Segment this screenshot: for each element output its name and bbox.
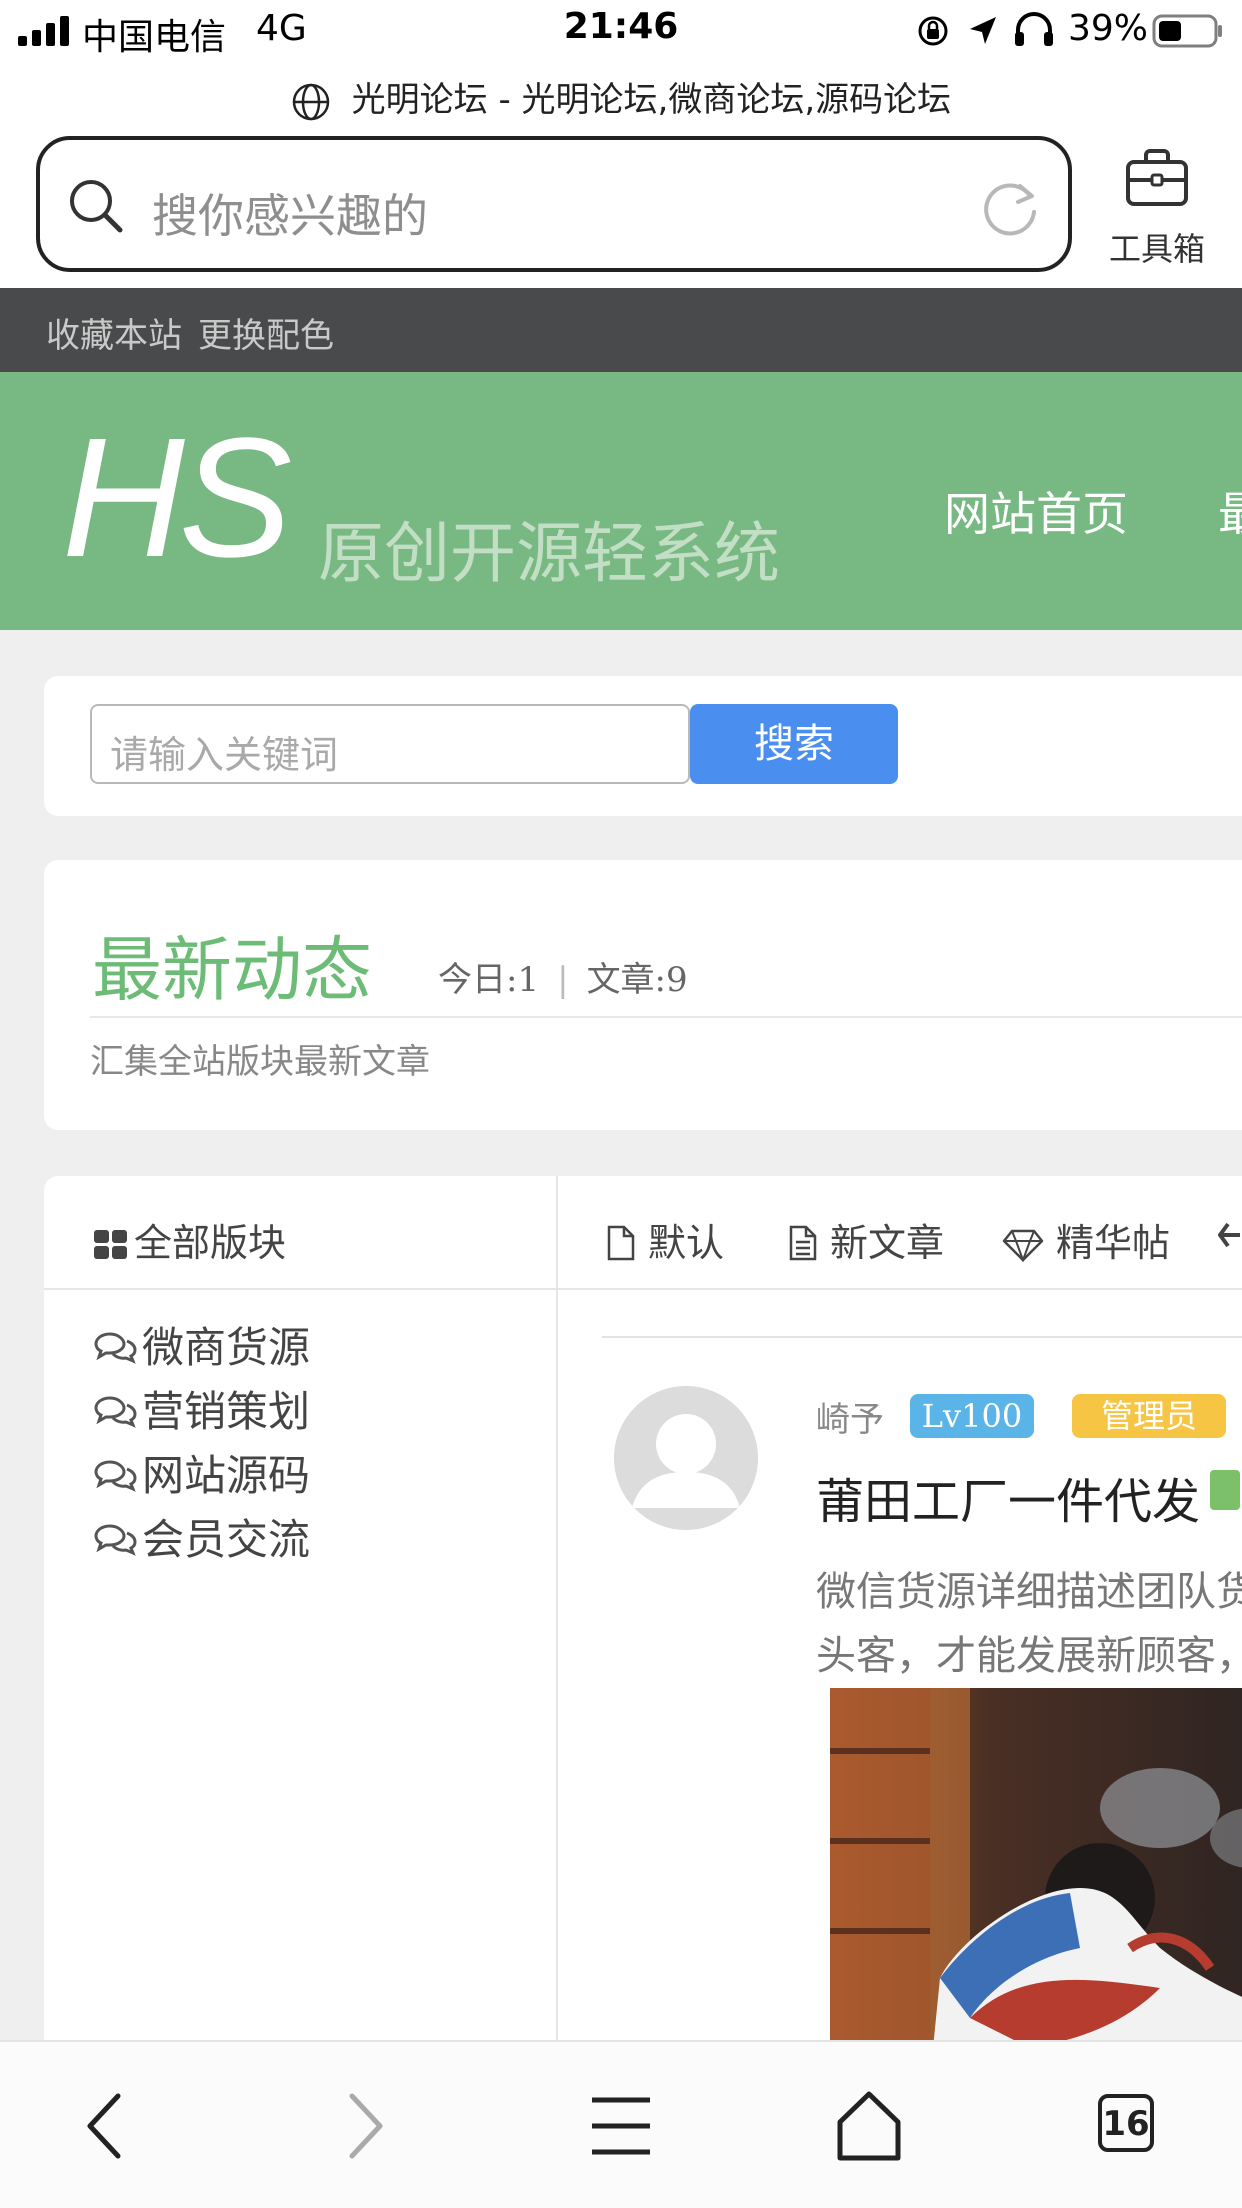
comments-icon [94, 1396, 137, 1428]
sneaker-photo [830, 1688, 1242, 2078]
toolbox-label: 工具箱 [1108, 230, 1205, 268]
tab-featured[interactable]: 精华帖 [1002, 1212, 1170, 1267]
latest-description: 汇集全站版块最新文章 [90, 1042, 430, 1082]
headphones-icon [1015, 12, 1053, 46]
status-bar: 中国电信 4G 21:46 39% [0, 0, 1242, 62]
excerpt-line: 头客，才能发展新顾客， [816, 1633, 1242, 1679]
tab-label: 精华帖 [1056, 1221, 1171, 1265]
board-item[interactable]: 网站源码 [94, 1442, 310, 1503]
post-image[interactable] [830, 1688, 1242, 2078]
board-label: 营销策划 [142, 1387, 311, 1436]
battery-percent: 39% [1068, 8, 1149, 49]
forward-icon[interactable] [318, 2086, 408, 2166]
browser-search-placeholder: 搜你感兴趣的 [152, 189, 428, 243]
comments-icon [94, 1460, 137, 1492]
column-divider [556, 1176, 558, 2076]
comments-icon [94, 1524, 137, 1556]
location-icon [970, 17, 996, 44]
level-badge: Lv100 [910, 1394, 1034, 1438]
home-icon[interactable] [824, 2086, 914, 2166]
tab-label: 新文章 [830, 1221, 945, 1265]
toolbox-icon [1126, 149, 1188, 206]
file-text-icon [789, 1225, 817, 1261]
latest-title: 最新动态 [92, 929, 372, 1011]
boards-panel: 全部版块 微商货源 营销策划 网站源码 会员交流 默认 新文章 精华帖 崎予 L… [44, 1176, 1242, 2078]
battery-icon [1152, 14, 1222, 48]
file-icon [607, 1225, 635, 1261]
header-divider [44, 1288, 556, 1290]
browser-chrome: 光明论坛 - 光明论坛,微商论坛,源码论坛 搜你感兴趣的 工具箱 [0, 62, 1242, 288]
default-avatar-icon [614, 1386, 758, 1530]
nav-home[interactable]: 网站首页 [944, 478, 1128, 544]
reload-icon[interactable] [980, 176, 1042, 238]
avatar[interactable] [614, 1386, 758, 1530]
search-icon [70, 180, 123, 233]
all-boards-label: 全部版块 [134, 1221, 287, 1265]
board-item[interactable]: 会员交流 [94, 1506, 310, 1567]
post-title[interactable]: 莆田工厂一件代发 [816, 1462, 1200, 1532]
nav-latest[interactable]: 最 [1218, 478, 1242, 544]
toolbox-button[interactable]: 工具箱 [1092, 142, 1222, 272]
tab-new-articles[interactable]: 新文章 [788, 1212, 944, 1267]
globe-icon [292, 83, 330, 120]
search-button[interactable]: 搜索 [690, 704, 898, 784]
board-item[interactable]: 微商货源 [94, 1314, 310, 1375]
title-divider [90, 1016, 1242, 1018]
grid-icon [94, 1230, 127, 1259]
arrow-left-icon[interactable] [1218, 1222, 1240, 1248]
article-count: 文章:9 [586, 960, 688, 1000]
excerpt-line: 微信货源详细描述团队货 [816, 1569, 1242, 1615]
board-label: 微商货源 [142, 1323, 311, 1372]
header-divider [558, 1288, 1242, 1290]
forum-search-card: 请输入关键词 搜索 [44, 676, 1242, 816]
keyword-input[interactable]: 请输入关键词 [90, 704, 690, 784]
latest-activity-card: 最新动态 今日:1 | 文章:9 汇集全站版块最新文章 [44, 860, 1242, 1130]
tab-count-button[interactable]: 16 [1098, 2094, 1154, 2152]
page-title-bar[interactable]: 光明论坛 - 光明论坛,微商论坛,源码论坛 [0, 72, 1242, 122]
orientation-lock-icon [918, 16, 948, 46]
post-excerpt: 微信货源详细描述团队货 头客，才能发展新顾客， [816, 1560, 1242, 1688]
comments-icon [94, 1332, 137, 1364]
change-color-link[interactable]: 更换配色 [198, 308, 334, 357]
menu-icon[interactable] [576, 2086, 666, 2166]
keyword-placeholder: 请输入关键词 [110, 733, 339, 777]
latest-stats: 今日:1 | 文章:9 [438, 952, 688, 1001]
site-banner: HS 原创开源轻系统 网站首页 最 [0, 372, 1242, 630]
board-label: 网站源码 [142, 1451, 311, 1500]
tab-label: 默认 [648, 1221, 725, 1265]
diamond-icon [1002, 1229, 1044, 1262]
all-boards-header[interactable]: 全部版块 [94, 1212, 286, 1267]
back-icon[interactable] [62, 2086, 152, 2166]
tab-default[interactable]: 默认 [606, 1212, 724, 1267]
top-links-bar: 收藏本站 更换配色 [0, 288, 1242, 372]
role-badge: 管理员 [1072, 1394, 1226, 1438]
site-logo[interactable]: HS [62, 400, 292, 596]
bookmark-site-link[interactable]: 收藏本站 [46, 308, 182, 357]
today-count: 今日:1 [438, 960, 540, 1000]
site-slogan: 原创开源轻系统 [318, 515, 780, 592]
post-author[interactable]: 崎予 [816, 1392, 884, 1441]
list-divider [602, 1336, 1242, 1338]
board-item[interactable]: 营销策划 [94, 1378, 310, 1439]
browser-search-bar[interactable]: 搜你感兴趣的 [36, 136, 1072, 272]
page-title: 光明论坛 - 光明论坛,微商论坛,源码论坛 [351, 80, 952, 120]
browser-toolbar: 16 [0, 2040, 1242, 2208]
tree-emoji-icon [1210, 1470, 1240, 1510]
board-label: 会员交流 [142, 1515, 311, 1564]
stats-divider: | [557, 960, 569, 1000]
